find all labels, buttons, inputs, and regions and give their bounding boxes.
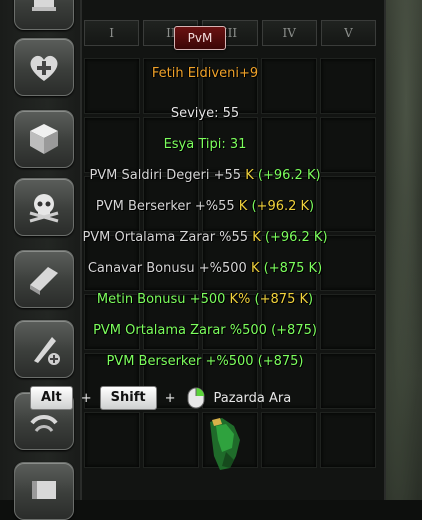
shift-key: Shift — [99, 386, 157, 410]
bonus-unit: K — [252, 230, 261, 245]
item-type: Esya Tipi: 31 — [163, 137, 247, 152]
plus-sign: + — [164, 390, 176, 406]
bonus-extra-open: ( — [247, 199, 257, 214]
bonus-extra-close: ) — [308, 292, 314, 307]
inventory-slot[interactable] — [143, 412, 199, 468]
glove-item-icon[interactable] — [200, 416, 250, 472]
sidebar-button-bottom[interactable] — [14, 462, 74, 520]
bonus-extra-close: ) — [317, 261, 323, 276]
bonus-extra-open: ( — [250, 292, 260, 307]
bonus-line: PVM Berserker +%55 K (+96.2 K) — [30, 199, 380, 214]
bonus-extra-open: ( — [260, 230, 270, 245]
bonus-extra-close: ) — [322, 230, 328, 245]
inventory-slot[interactable] — [84, 412, 140, 468]
sidebar-button-top[interactable] — [14, 0, 74, 30]
bonus-extra-close: ) — [309, 199, 315, 214]
bonus-extra: +96.2 K — [256, 199, 310, 214]
chest-icon — [32, 481, 56, 499]
bonus-label: PVM Ortalama Zarar %55 — [82, 230, 253, 245]
bonus-label: Metin Bonusu +500 — [96, 292, 230, 307]
market-search-hint: Alt + Shift + Pazarda Ara — [30, 385, 380, 411]
pvm-badge: PvM — [174, 26, 226, 50]
bonus-label: Canavar Bonusu +%500 — [87, 261, 251, 276]
bonus-extra-open: ( — [253, 168, 263, 183]
bonus-extra: +875 K — [268, 261, 318, 276]
inventory-slot[interactable] — [320, 412, 376, 468]
tab-page-5[interactable]: V — [320, 20, 377, 46]
bonus-extra: +96.2 K — [269, 230, 323, 245]
cup-icon — [32, 0, 56, 11]
tab-page-1[interactable]: I — [84, 20, 140, 46]
game-world-background — [382, 0, 422, 500]
bonus-line: PVM Saldiri Degeri +55 K (+96.2 K) — [30, 168, 380, 183]
alt-key: Alt — [30, 386, 73, 410]
item-name: Fetih Eldiveni+9 — [151, 66, 259, 81]
bonus-extra-close: ) — [315, 168, 321, 183]
bonus-extra-open: ( — [259, 261, 269, 276]
bonus-unit: K — [245, 168, 254, 183]
inventory-slot[interactable] — [261, 412, 317, 468]
bonus-line: Metin Bonusu +500 K% (+875 K) — [30, 292, 380, 307]
bonus-label: PVM Saldiri Degeri +55 — [89, 168, 246, 183]
bonus-line: PVM Berserker +%500 (+875) — [106, 354, 304, 369]
item-level: Seviye: 55 — [170, 106, 240, 121]
bonus-label: PVM Berserker +%55 — [95, 199, 239, 214]
plus-sign: + — [80, 390, 92, 406]
mouse-icon — [187, 387, 204, 409]
inventory-tabs: I II III IV V — [84, 20, 377, 46]
bonus-extra: +875 K — [259, 292, 309, 307]
bonus-line: Canavar Bonusu +%500 K (+875 K) — [30, 261, 380, 276]
bonus-line: PVM Ortalama Zarar %500 (+875) — [93, 323, 317, 338]
bonus-extra: +96.2 K — [262, 168, 316, 183]
bonus-unit: K% — [229, 292, 251, 307]
bonus-line: PVM Ortalama Zarar %55 K (+96.2 K) — [30, 230, 380, 245]
item-tooltip: Fetih Eldiveni+9 Seviye: 55 Esya Tipi: 3… — [30, 58, 380, 413]
market-search-label: Pazarda Ara — [213, 390, 292, 406]
tab-page-4[interactable]: IV — [261, 20, 317, 46]
